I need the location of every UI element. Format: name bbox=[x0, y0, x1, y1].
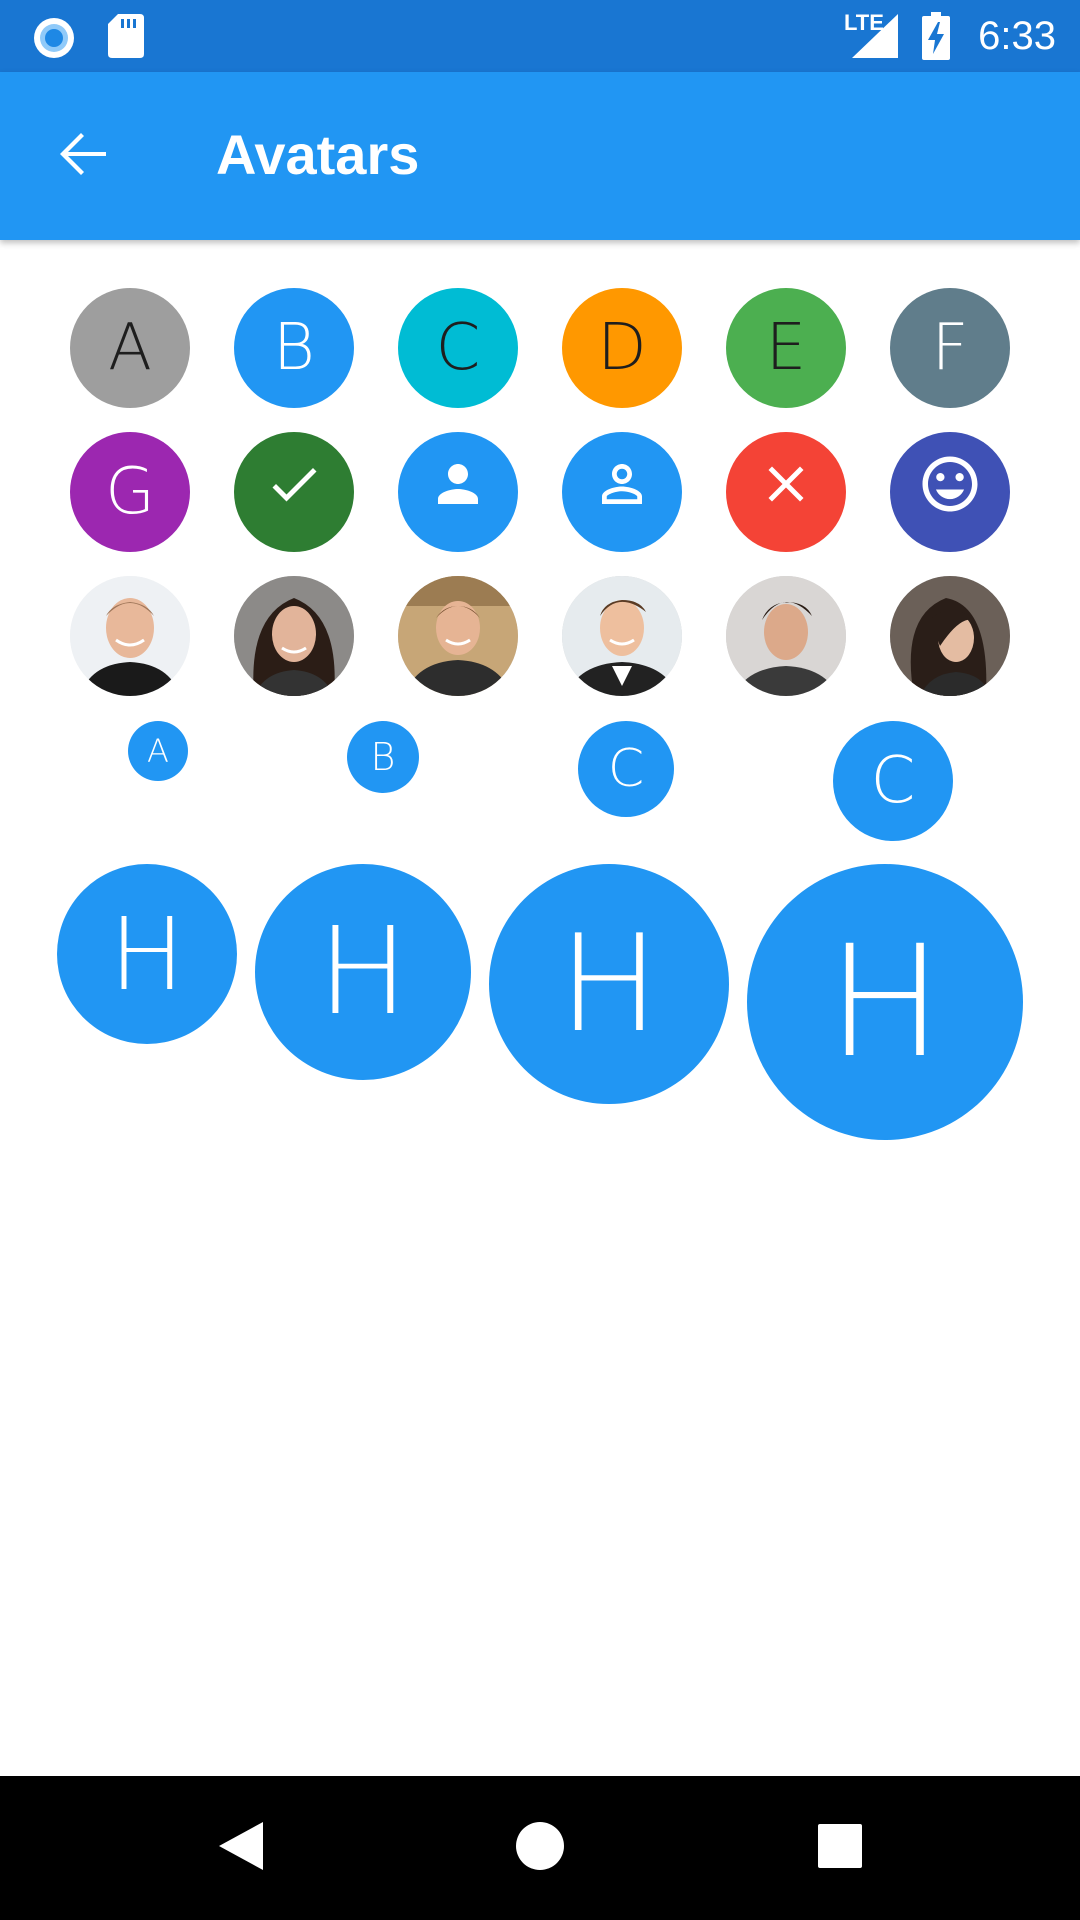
status-bar: LTE 6:33 bbox=[0, 0, 1080, 72]
large-avatar-h-1: H bbox=[57, 864, 237, 1044]
icon-avatar-person bbox=[398, 432, 518, 552]
status-time: 6:33 bbox=[978, 14, 1056, 58]
large-avatar-h-2: H bbox=[255, 864, 471, 1080]
letter-avatar-f: F bbox=[890, 288, 1010, 408]
page-title: Avatars bbox=[216, 123, 420, 186]
photo-avatar-1 bbox=[70, 576, 190, 696]
arrow-back-icon bbox=[58, 128, 110, 185]
circle-home-icon bbox=[515, 1821, 565, 1876]
navigation-bar bbox=[0, 1776, 1080, 1920]
sd-card-icon bbox=[108, 14, 144, 63]
letter-avatar-a: A bbox=[70, 288, 190, 408]
nav-back-button[interactable] bbox=[210, 1818, 270, 1878]
photo-avatar-4 bbox=[562, 576, 682, 696]
nav-recents-button[interactable] bbox=[810, 1818, 870, 1878]
screen: LTE 6:33 Avatars A B C D E F G A B C C H… bbox=[0, 0, 1080, 1920]
small-avatar-c: C bbox=[578, 721, 674, 817]
icon-avatar-check bbox=[234, 432, 354, 552]
letter-avatar-g: G bbox=[70, 432, 190, 552]
small-avatar-c-large: C bbox=[833, 721, 953, 841]
signal-icon bbox=[852, 14, 898, 63]
photo-avatar-5 bbox=[726, 576, 846, 696]
close-icon bbox=[756, 454, 816, 530]
letter-avatar-c: C bbox=[398, 288, 518, 408]
large-avatar-h-4: H bbox=[747, 864, 1023, 1140]
check-icon bbox=[264, 454, 324, 530]
letter-avatar-d: D bbox=[562, 288, 682, 408]
icon-avatar-close bbox=[726, 432, 846, 552]
app-bar: Avatars bbox=[0, 72, 1080, 240]
triangle-back-icon bbox=[215, 1820, 265, 1877]
large-avatar-h-3: H bbox=[489, 864, 729, 1104]
smiley-icon bbox=[917, 451, 983, 533]
photo-avatar-3 bbox=[398, 576, 518, 696]
sync-icon bbox=[32, 16, 76, 65]
icon-avatar-smiley bbox=[890, 432, 1010, 552]
icon-avatar-person-outline bbox=[562, 432, 682, 552]
person-outline-icon bbox=[592, 454, 652, 530]
small-avatar-b: B bbox=[347, 721, 419, 793]
nav-home-button[interactable] bbox=[510, 1818, 570, 1878]
letter-avatar-b: B bbox=[234, 288, 354, 408]
letter-avatar-e: E bbox=[726, 288, 846, 408]
small-avatar-a: A bbox=[128, 721, 188, 781]
person-icon bbox=[428, 454, 488, 530]
square-recents-icon bbox=[817, 1823, 863, 1874]
photo-avatar-6 bbox=[890, 576, 1010, 696]
battery-charging-icon bbox=[922, 12, 950, 65]
back-button[interactable] bbox=[40, 112, 128, 200]
photo-avatar-2 bbox=[234, 576, 354, 696]
avatar-gallery: A B C D E F G A B C C H H H H bbox=[0, 240, 1080, 1776]
